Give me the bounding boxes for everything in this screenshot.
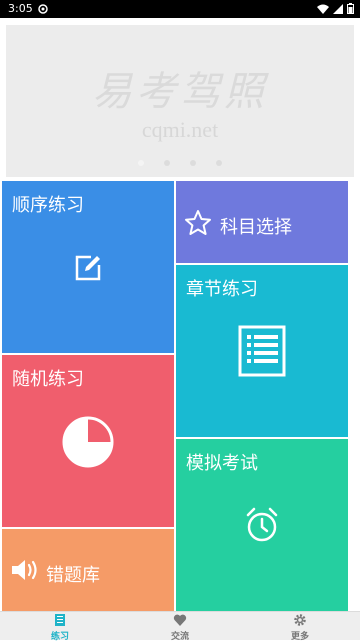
tile-wrong-questions[interactable]: 错题库 [2, 529, 174, 611]
pie-chart-icon [62, 416, 114, 468]
banner-carousel[interactable]: 易考驾照 cqmi.net [6, 25, 354, 177]
status-bar: 3:05 [0, 0, 360, 18]
carousel-dot [138, 160, 144, 166]
tab-label: 更多 [290, 632, 309, 642]
tab-more[interactable]: 更多 [240, 612, 360, 642]
tile-label: 随机练习 [12, 369, 84, 390]
tile-label: 错题库 [46, 565, 100, 586]
bottom-tab-bar: 练习 交流 更多 [0, 611, 360, 642]
status-icons [317, 3, 354, 14]
carousel-indicator [6, 160, 354, 166]
banner-logo: 易考驾照 [92, 69, 268, 115]
tab-community[interactable]: 交流 [120, 612, 240, 642]
carousel-dot [164, 160, 170, 166]
star-icon [185, 210, 211, 235]
book-icon [55, 614, 65, 626]
heart-icon [173, 614, 187, 626]
tile-chapter-practice[interactable]: 章节练习 [176, 265, 348, 437]
tile-random-practice[interactable]: 随机练习 [2, 355, 174, 527]
alarm-clock-icon [246, 507, 278, 542]
tile-subject-select[interactable]: 科目选择 [176, 181, 348, 263]
carousel-dot [216, 160, 222, 166]
tab-practice[interactable]: 练习 [0, 612, 120, 642]
battery-icon [347, 3, 354, 14]
banner-url: cqmi.net [141, 117, 219, 142]
signal-icon [333, 3, 343, 14]
tile-label: 科目选择 [220, 217, 292, 238]
edit-icon [75, 255, 101, 281]
notification-icon [38, 4, 48, 14]
wifi-icon [317, 4, 329, 14]
tile-label: 顺序练习 [12, 195, 84, 216]
status-time: 3:05 [8, 2, 33, 15]
gear-icon [294, 614, 306, 626]
speaker-icon [12, 560, 37, 580]
tab-label: 练习 [50, 632, 69, 642]
tab-label: 交流 [170, 632, 189, 642]
tile-label: 模拟考试 [186, 453, 258, 474]
tile-sequential-practice[interactable]: 顺序练习 [2, 181, 174, 353]
tile-mock-exam[interactable]: 模拟考试 [176, 439, 348, 611]
carousel-dot [190, 160, 196, 166]
document-icon [238, 325, 286, 377]
tile-label: 章节练习 [186, 279, 258, 300]
